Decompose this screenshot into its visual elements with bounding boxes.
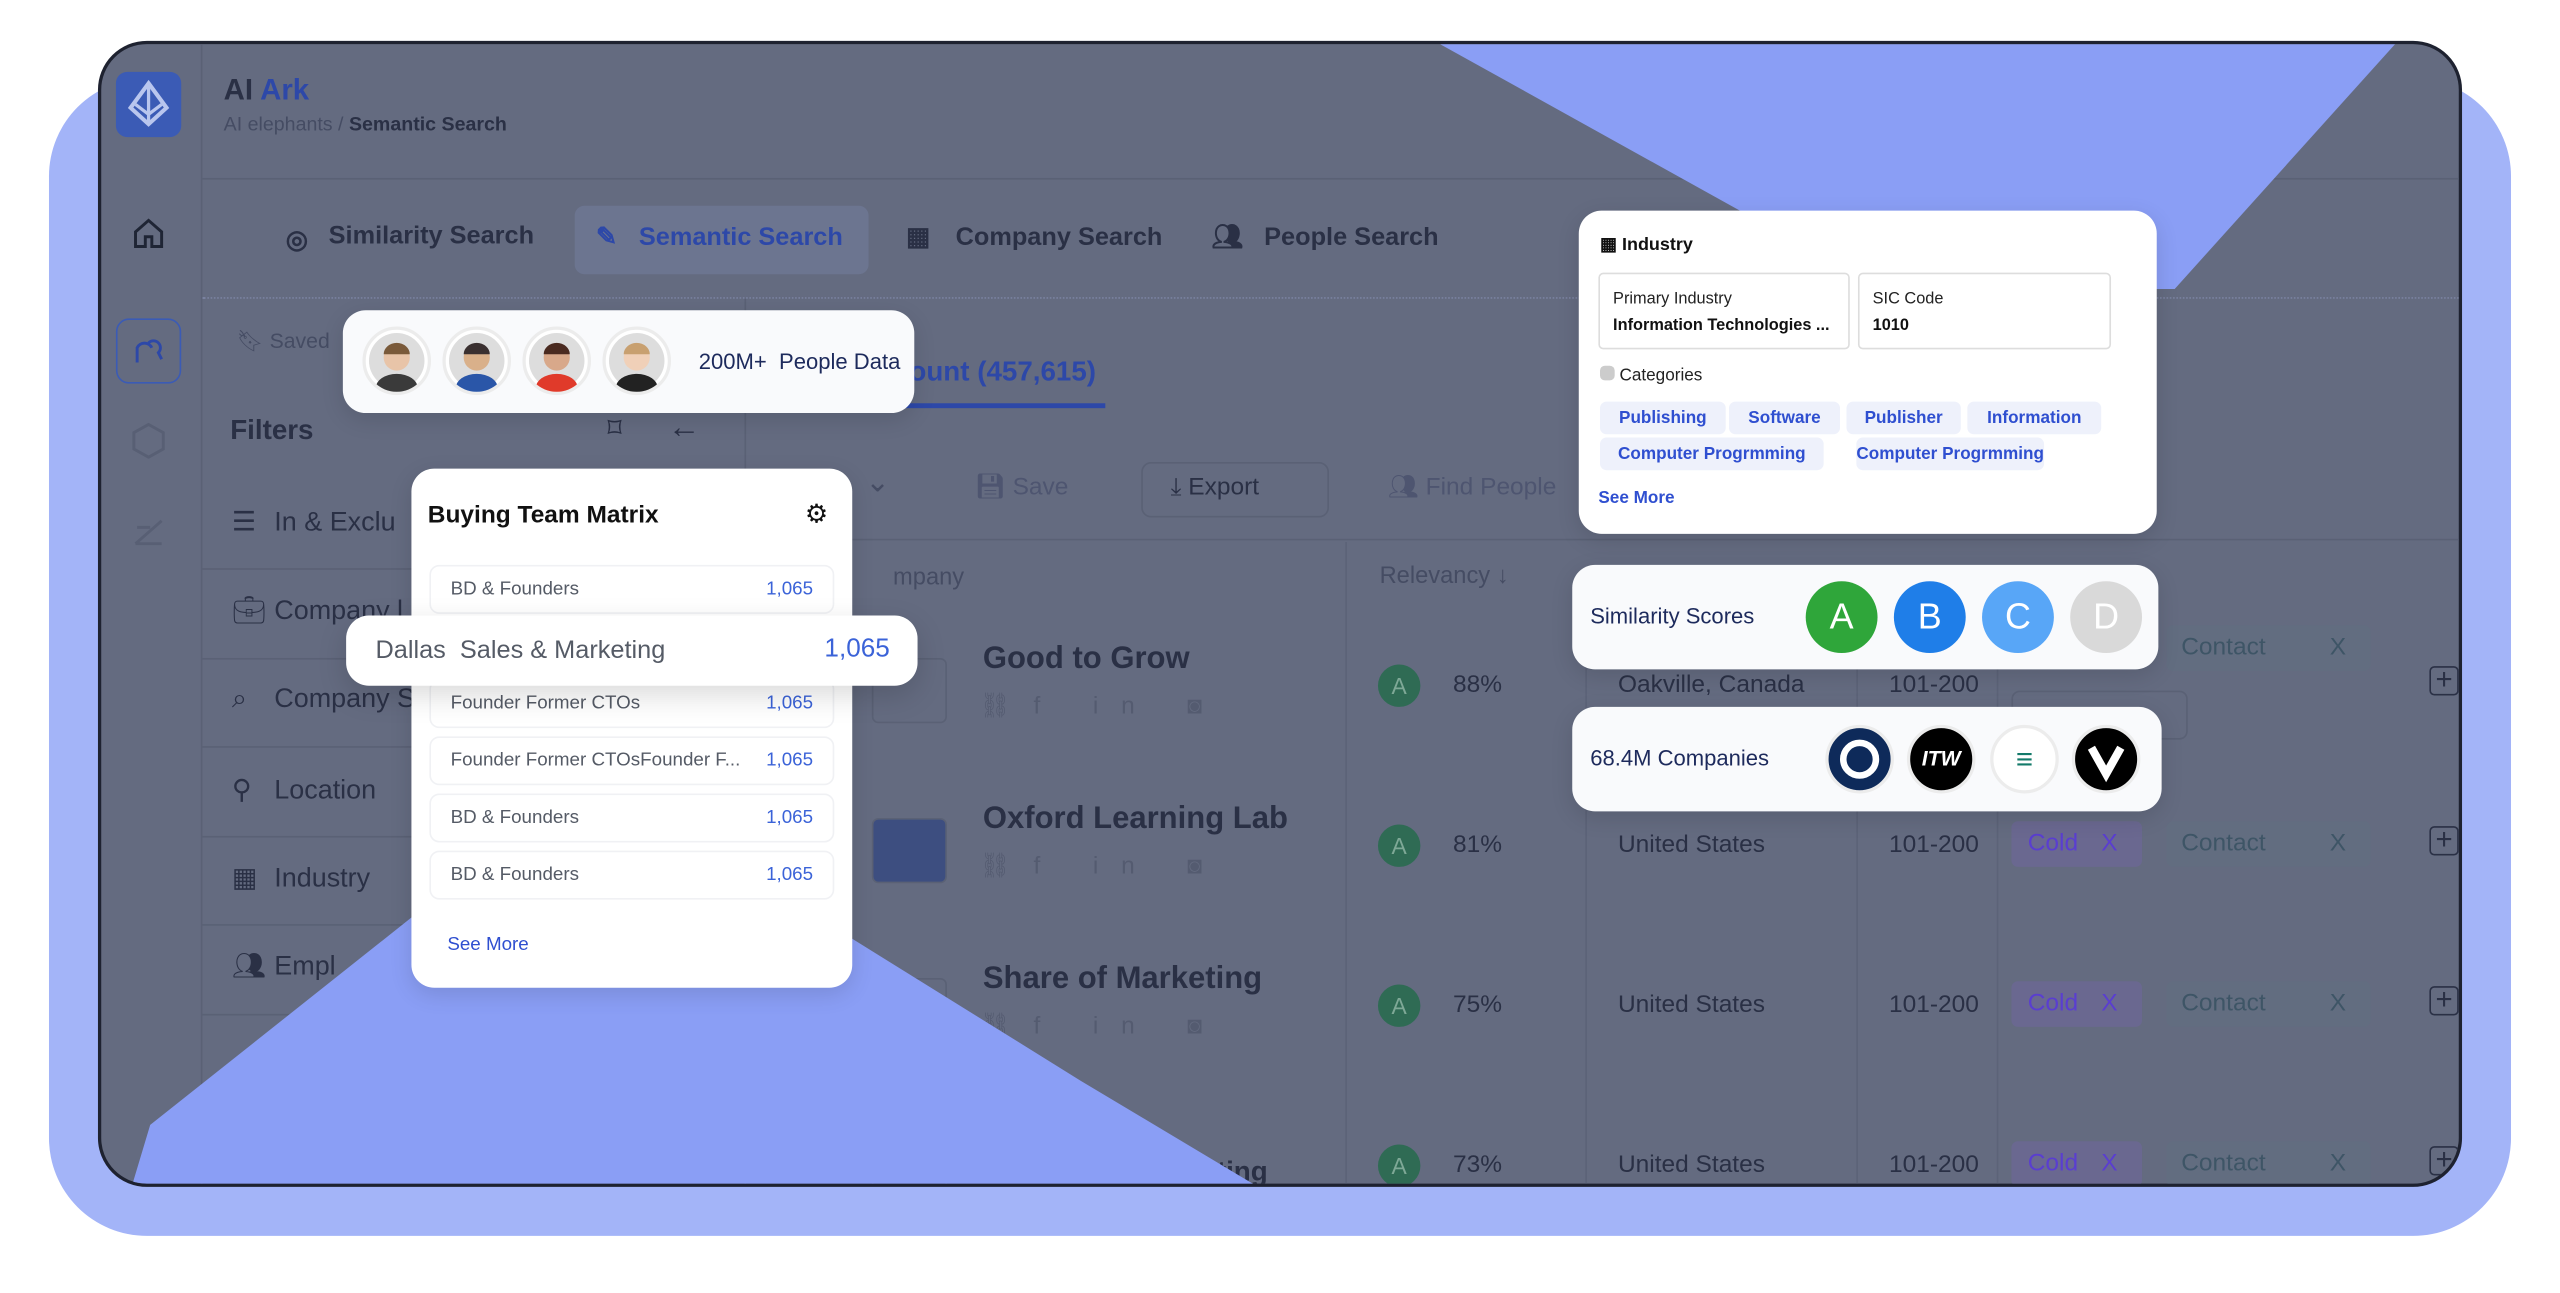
avatar — [602, 326, 672, 396]
tag-icon — [1599, 365, 1615, 381]
grade-d-badge: D — [2070, 581, 2143, 654]
people-data-label: 200M+ People Data — [698, 349, 901, 374]
companies-label: 68.4M Companies — [1590, 746, 1770, 771]
company-logo: ≡ — [1990, 724, 2059, 794]
highlight-label: Dallas Sales & Marketing — [375, 636, 666, 665]
grade-c-badge: C — [1982, 581, 2054, 654]
grade-b-badge: B — [1893, 581, 1966, 654]
category-chip[interactable]: Computer Progrmming — [1856, 437, 2045, 471]
people-data-card: 200M+ People Data — [342, 310, 915, 414]
category-chip[interactable]: Software — [1728, 401, 1840, 435]
avatar — [362, 326, 432, 396]
similarity-label: Similarity Scores — [1590, 604, 1755, 629]
buying-team-title: Buying Team Matrix — [427, 501, 659, 529]
primary-industry-field: Primary Industry Information Technologie… — [1598, 272, 1850, 350]
category-chip[interactable]: Information — [1967, 401, 2102, 435]
list-item[interactable]: Founder Former CTOs 1,065 — [429, 679, 835, 729]
category-chip[interactable]: Publisher — [1846, 401, 1961, 435]
industry-card: ▦ Industry Primary Industry Information … — [1578, 210, 2157, 534]
similarity-scores-card: Similarity Scores ABCD — [1572, 564, 2159, 670]
building-icon: ▦ — [1599, 235, 1617, 255]
highlight-row[interactable]: Dallas Sales & Marketing 1,065 — [346, 615, 918, 686]
companies-card: 68.4M Companies ITW ≡ — [1572, 706, 2162, 812]
company-logo: ITW — [1906, 724, 1976, 794]
see-more-link[interactable]: See More — [1598, 488, 1674, 508]
category-chip[interactable]: Computer Progrmming — [1599, 437, 1824, 471]
list-item[interactable]: BD & Founders 1,065 — [429, 564, 835, 614]
avatar — [522, 326, 592, 396]
see-more-link[interactable]: See More — [447, 936, 528, 956]
highlight-value: 1,065 — [824, 635, 890, 663]
gear-icon[interactable]: ⚙ — [805, 498, 828, 531]
industry-title: ▦ Industry — [1599, 235, 1693, 255]
category-chip[interactable]: Publishing — [1599, 401, 1726, 435]
list-item[interactable]: Founder Former CTOsFounder F... 1,065 — [429, 736, 835, 786]
grade-a-badge: A — [1805, 581, 1878, 654]
company-logo — [1825, 724, 1894, 794]
buying-team-card: Buying Team Matrix ⚙ BD & Founders 1,065 F… — [411, 468, 853, 988]
categories-label: Categories — [1599, 365, 1702, 385]
avatar — [442, 326, 512, 396]
sic-code-field: SIC Code 1010 — [1857, 272, 2112, 350]
list-item[interactable]: BD & Founders 1,065 — [429, 850, 835, 900]
list-item[interactable]: BD & Founders 1,065 — [429, 793, 835, 843]
company-logo — [2071, 724, 2141, 794]
